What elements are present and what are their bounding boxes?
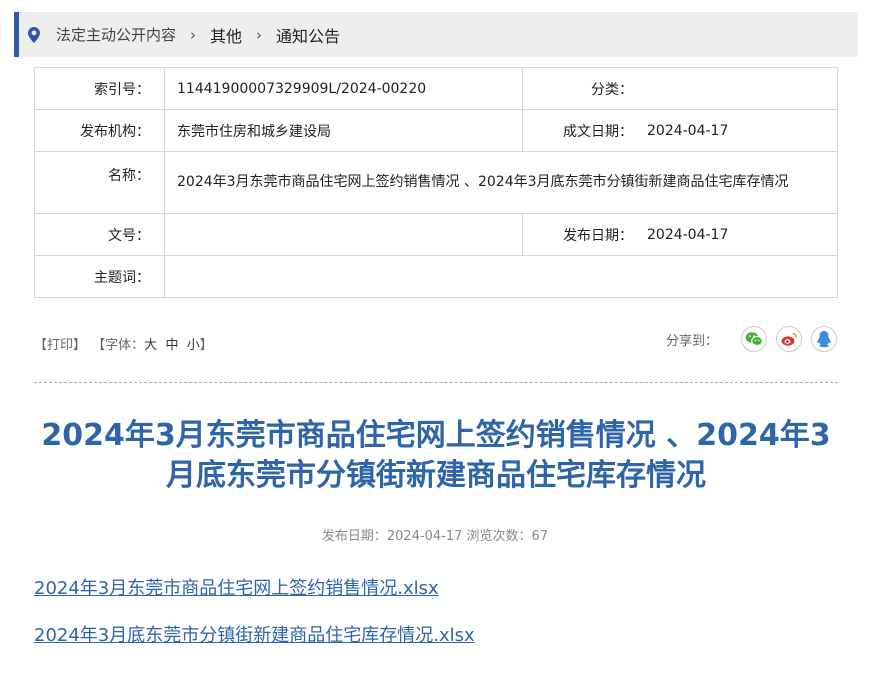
breadcrumb-item-other[interactable]: 其他 [210,23,242,47]
table-row: 发布机构： 东莞市住房和城乡建设局 成文日期： 2024-04-17 [34,109,838,152]
category-label: 分类： [522,67,647,110]
docno-value [164,213,523,256]
metadata-table: 索引号： 11441900007329909L/2024-00220 分类： 发… [34,67,838,298]
publish-info: 发布日期：2024-04-17 浏览次数：67 [321,529,549,544]
divider [34,382,838,383]
attachment-link-inventory[interactable]: 2024年3月底东莞市分镇街新建商品住宅库存情况.xlsx [34,621,475,647]
breadcrumb: 法定主动公开内容 › 其他 › 通知公告 [14,12,858,57]
article-title: 2024年3月东莞市商品住宅网上签约销售情况 、2024年3月底东莞市分镇街新建… [41,418,831,493]
font-large-link[interactable]: 大 [144,338,157,353]
share-label: 分享到： [665,333,718,349]
keywords-value [164,255,838,298]
print-link[interactable]: 【打印】 [34,338,86,353]
chevron-right-icon: › [256,25,263,44]
created-date-label: 成文日期： [522,109,647,152]
index-label: 索引号： [34,67,165,110]
table-row: 索引号： 11441900007329909L/2024-00220 分类： [34,67,838,110]
name-label: 名称： [34,151,165,214]
font-small-link[interactable]: 小 [187,338,200,353]
wechat-icon[interactable] [741,326,767,352]
share-bar: 分享到： [666,326,837,352]
table-row: 文号： 发布日期： 2024-04-17 [34,213,838,256]
font-size-suffix: 】 [199,338,213,353]
table-row: 主题词： [34,255,838,298]
category-value [647,67,838,110]
breadcrumb-item-notices[interactable]: 通知公告 [276,23,340,47]
weibo-icon[interactable] [776,326,802,352]
created-date-value: 2024-04-17 [647,109,838,152]
name-value: 2024年3月东莞市商品住宅网上签约销售情况 、2024年3月底东莞市分镇街新建… [164,151,838,214]
location-pin-icon [28,26,46,44]
qq-icon[interactable] [811,326,837,352]
attachment-link-sales[interactable]: 2024年3月东莞市商品住宅网上签约销售情况.xlsx [34,574,439,600]
chevron-right-icon: › [190,25,197,44]
published-date-label: 发布日期： [522,213,647,256]
font-size-prefix: 【字体： [92,338,145,353]
font-medium-link[interactable]: 中 [165,338,178,353]
publisher-label: 发布机构： [34,109,165,152]
index-value: 11441900007329909L/2024-00220 [164,67,523,110]
table-row: 名称： 2024年3月东莞市商品住宅网上签约销售情况 、2024年3月底东莞市分… [34,151,838,214]
keywords-label: 主题词： [34,255,165,298]
published-date-value: 2024-04-17 [647,213,838,256]
docno-label: 文号： [34,213,165,256]
breadcrumb-item-public-content[interactable]: 法定主动公开内容 [56,24,176,45]
publisher-value: 东莞市住房和城乡建设局 [164,109,523,152]
page-tools: 【打印】 【字体：大 中 小】 [34,334,213,353]
